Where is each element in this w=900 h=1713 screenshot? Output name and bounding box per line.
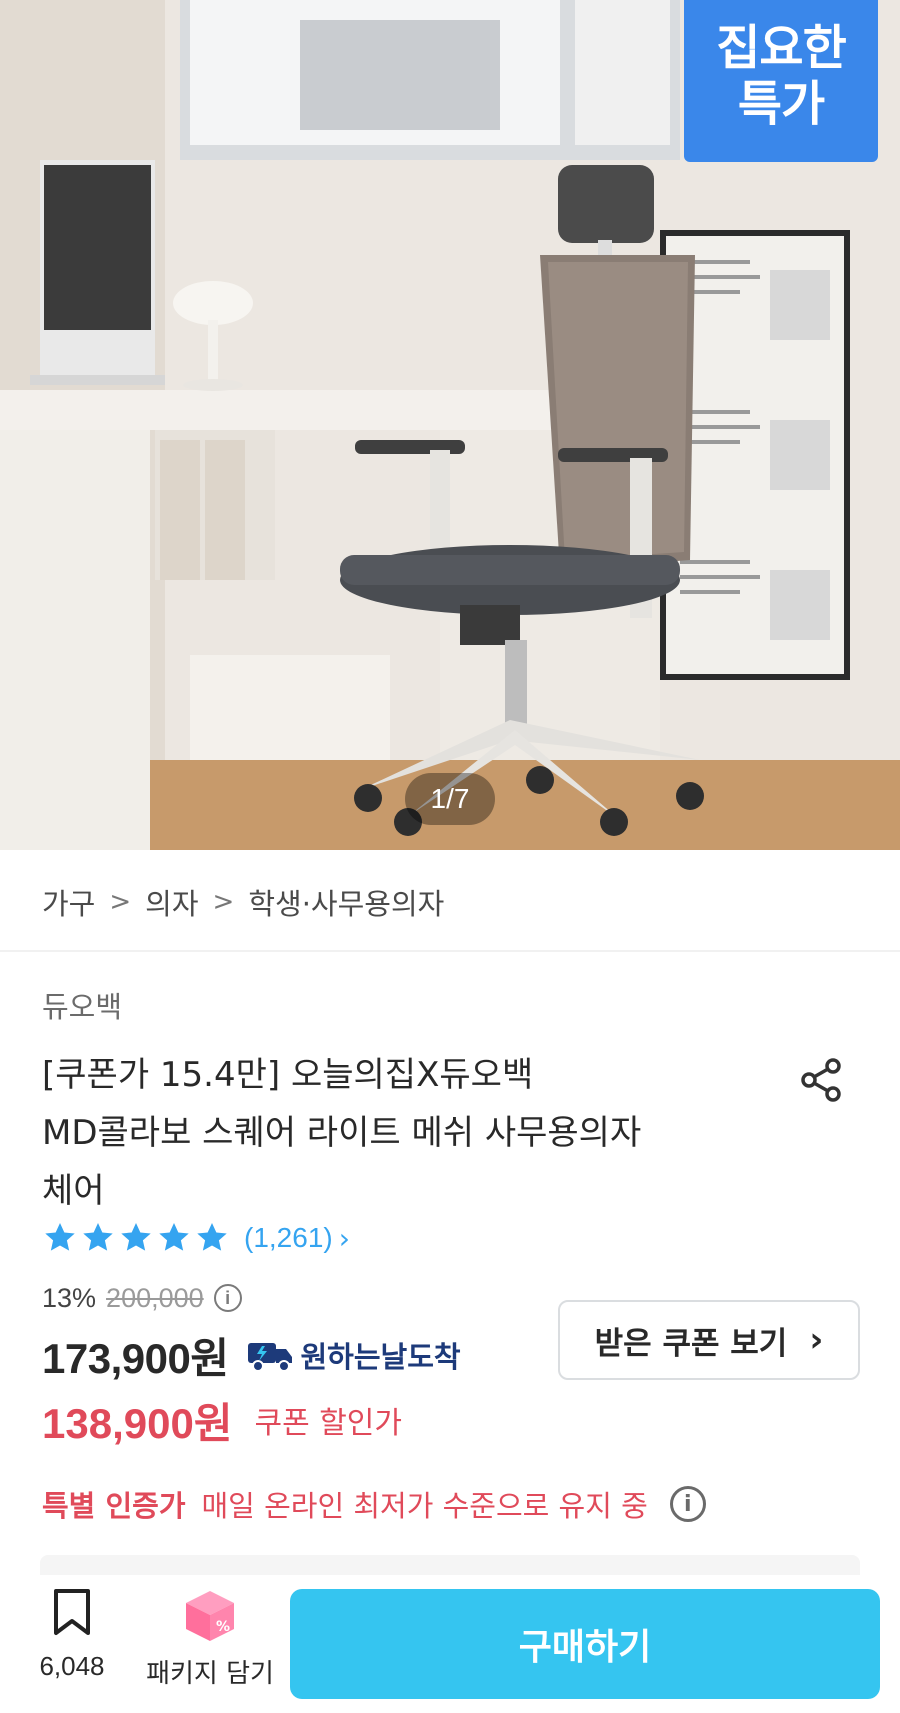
chevron-right-icon: ›	[809, 1320, 824, 1360]
svg-text:%: %	[216, 1619, 230, 1635]
promo-line-1: 집요한	[716, 20, 846, 76]
coupon-price-row: 138,900원 쿠폰 할인가	[42, 1390, 402, 1450]
star-icon	[159, 1223, 189, 1251]
certified-desc: 매일 온라인 최저가 수준으로 유지 중	[201, 1489, 648, 1523]
breadcrumb: 가구 > 의자 > 학생·사무용의자	[42, 878, 444, 926]
certified-tag: 특별 인증가	[42, 1489, 186, 1523]
star-rating	[42, 1220, 230, 1256]
title-line: 체어	[42, 1171, 105, 1211]
star-icon	[197, 1223, 227, 1251]
review-count[interactable]: (1,261)	[244, 1222, 333, 1254]
image-counter: 1/7	[405, 773, 495, 825]
original-price-row: 13% 200,000 i	[42, 1276, 242, 1320]
share-icon	[801, 1058, 841, 1102]
bookmark-icon	[54, 1589, 90, 1635]
info-icon[interactable]: i	[213, 1284, 242, 1312]
brand-name[interactable]: 듀오백	[42, 984, 122, 1026]
original-price: 200,000	[106, 1282, 204, 1313]
certified-price-row: 특별 인증가 매일 온라인 최저가 수준으로 유지 중 i	[42, 1480, 706, 1528]
star-icon	[45, 1223, 75, 1251]
promo-line-2: 특가	[737, 76, 825, 132]
discount-rate: 13%	[42, 1282, 97, 1313]
share-button[interactable]	[796, 1054, 848, 1106]
package-label: 패키지 담기	[146, 1659, 274, 1689]
bookmark-count: 6,048	[39, 1651, 105, 1681]
chevron-right-icon: >	[212, 887, 235, 917]
product-image-carousel[interactable]: 집요한 특가 1/7	[0, 0, 900, 850]
product-title: [쿠폰가 15.4만] 오늘의집X듀오백 MD콜라보 스퀘어 라이트 메쉬 사무…	[42, 1046, 762, 1220]
breadcrumb-item[interactable]: 의자	[145, 881, 198, 923]
add-to-package-button[interactable]: % 패키지 담기	[140, 1587, 280, 1697]
package-box-icon: %	[186, 1591, 234, 1641]
bottom-action-bar: 6,048 % 패키지 담기 구매하기	[0, 1575, 900, 1713]
view-coupons-button[interactable]: 받은 쿠폰 보기 ›	[558, 1300, 860, 1380]
bookmark-button[interactable]: 6,048	[22, 1587, 122, 1697]
sale-price: 173,900원	[42, 1334, 229, 1382]
info-icon[interactable]: i	[669, 1486, 706, 1522]
title-line: [쿠폰가 15.4만] 오늘의집X듀오백	[42, 1055, 534, 1095]
coupon-price-label: 쿠폰 할인가	[254, 1406, 403, 1441]
star-icon	[83, 1223, 113, 1251]
view-coupons-label: 받은 쿠폰 보기	[594, 1325, 788, 1362]
divider	[0, 950, 900, 952]
promo-badge: 집요한 특가	[684, 0, 878, 162]
breadcrumb-item[interactable]: 학생·사무용의자	[248, 881, 444, 923]
sale-price-row: 173,900원 원하는날도착	[42, 1320, 461, 1390]
chevron-right-icon: >	[109, 887, 132, 917]
delivery-label: 원하는날도착	[300, 1340, 461, 1374]
buy-button[interactable]: 구매하기	[290, 1589, 880, 1699]
rating-row[interactable]: (1,261) ›	[42, 1214, 350, 1262]
delivery-truck-icon	[248, 1343, 293, 1372]
delivery-badge: 원하는날도착	[246, 1334, 461, 1376]
coupon-price: 138,900원	[42, 1399, 233, 1447]
title-line: MD콜라보 스퀘어 라이트 메쉬 사무용의자	[42, 1113, 642, 1153]
breadcrumb-item[interactable]: 가구	[42, 881, 95, 923]
chevron-right-icon: ›	[338, 1221, 350, 1255]
section-card-edge	[40, 1555, 860, 1575]
star-icon	[121, 1223, 151, 1251]
